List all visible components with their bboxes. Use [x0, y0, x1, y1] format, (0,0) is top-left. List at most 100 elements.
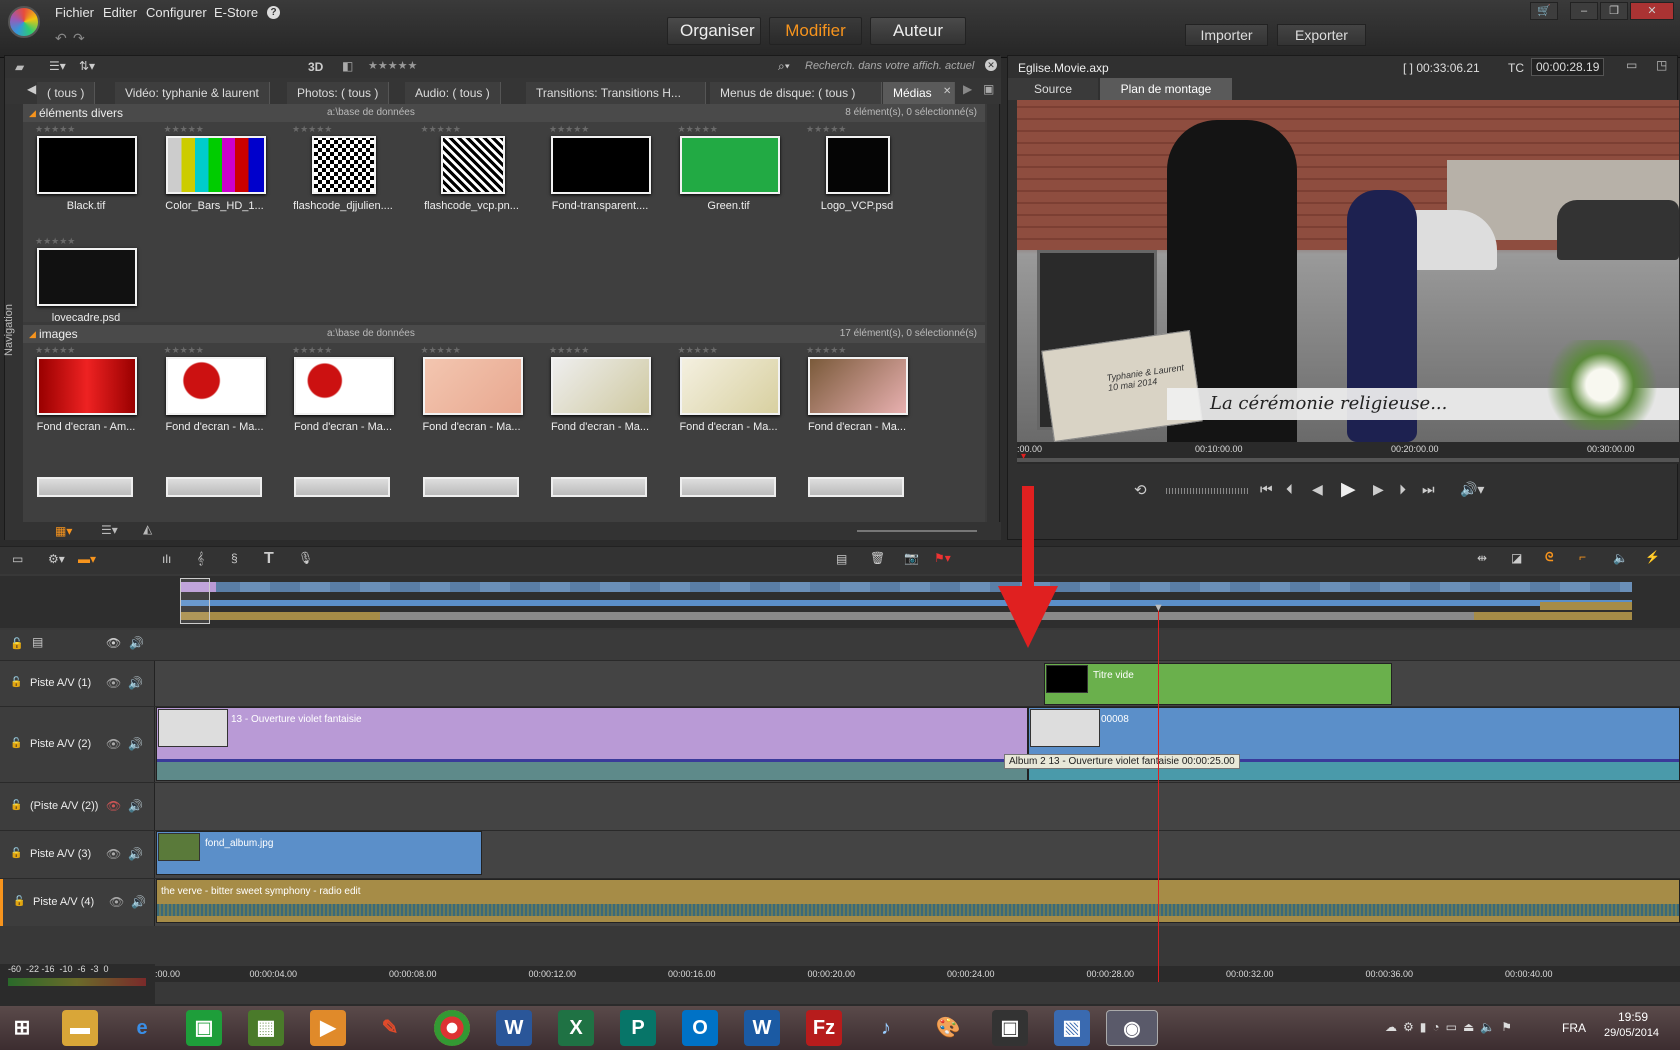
rewind-icon[interactable]: ◀ [1312, 481, 1323, 498]
tab-timeline[interactable]: Plan de montage [1100, 78, 1232, 100]
ie-icon[interactable]: e [124, 1010, 160, 1046]
razor-icon[interactable]: ▤ [836, 552, 847, 566]
timeline-track[interactable]: 🔓 (Piste A/V (2)) 👁 🔊 [0, 782, 1680, 830]
section-header-misc[interactable]: ◢ éléments divers a:\base de données 8 é… [23, 104, 985, 122]
tag-icon[interactable]: ▰ [15, 60, 24, 74]
track-header[interactable]: 🔓 Piste A/V (2) 👁 🔊 [0, 707, 155, 782]
tab-disc-menus[interactable]: Menus de disque: ( tous ) [710, 82, 882, 104]
timeline-clip[interactable]: fond_album.jpg [156, 831, 482, 875]
eraser-icon[interactable]: ◧ [342, 59, 353, 73]
media-item[interactable]: ★★★★★ Fond d'ecran - Ma... [802, 343, 932, 451]
sort-icon[interactable]: ⇅▾ [79, 59, 95, 73]
media-thumbnail[interactable] [551, 136, 651, 194]
rating-stars[interactable]: ★★★★★ [35, 124, 75, 135]
marker-icon[interactable]: ⚑▾ [934, 551, 951, 565]
collapse-icon[interactable]: ◢ [29, 325, 36, 343]
trash-icon[interactable]: 🗑 [870, 551, 885, 565]
media-item[interactable]: ★★★★★ flashcode_djjulien.... [288, 122, 418, 230]
timeline-clip[interactable]: 13 - Ouverture violet fantaisie [156, 707, 1028, 781]
media-item[interactable]: ★★★★★ flashcode_vcp.pn... [417, 122, 547, 230]
timeline-track[interactable]: 🔓 Piste A/V (1) 👁 🔊 Titre vide [0, 660, 1680, 706]
media-thumbnail[interactable] [422, 477, 519, 497]
media-thumbnail[interactable] [679, 477, 776, 497]
timeline-track[interactable]: 🔓 Piste A/V (4) 👁 🔊 the verve - bitter sw… [0, 878, 1680, 926]
timeline-track[interactable]: 🔓 Piste A/V (3) 👁 🔊 fond_album.jpg [0, 830, 1680, 878]
media-thumbnail[interactable] [826, 136, 890, 194]
media-item[interactable]: ★★★★★ Fond d'ecran - Ma... [545, 343, 675, 451]
playhead[interactable] [1158, 610, 1159, 982]
preview-playhead[interactable]: ▾ [1021, 451, 1026, 462]
start-icon[interactable]: ⊞ [4, 1010, 40, 1046]
collapse-icon[interactable]: ◢ [29, 104, 36, 122]
media-thumbnail[interactable] [679, 136, 780, 194]
grid-view-icon[interactable]: ▦▾ [55, 524, 72, 538]
zoom-slider[interactable] [857, 530, 977, 532]
detach-icon[interactable]: ◳ [1656, 58, 1667, 72]
media-thumbnail[interactable] [37, 248, 137, 306]
magnet-icon[interactable]: ⇹ [1477, 551, 1487, 565]
loop-icon[interactable]: ⟲ [1134, 481, 1147, 499]
gear-icon[interactable]: ⚙▾ [48, 552, 65, 566]
microphone-icon[interactable]: 🎙 [298, 551, 313, 565]
track-lock-icon[interactable]: 🔓 [10, 738, 22, 749]
media-thumbnail[interactable] [165, 477, 262, 497]
rating-stars[interactable]: ★★★★★ [806, 345, 846, 356]
excel-icon[interactable]: X [558, 1010, 594, 1046]
media-thumbnail[interactable] [679, 357, 780, 415]
remote-desktop-icon[interactable]: ▣ [992, 1010, 1028, 1046]
rating-stars[interactable]: ★★★★★ [35, 236, 75, 247]
pinnacle-taskbar-icon[interactable]: ◉ [1106, 1010, 1158, 1046]
title-icon[interactable]: T [264, 550, 274, 568]
clock-time[interactable]: 19:59 [1618, 1010, 1648, 1024]
store-icon[interactable]: ▣ [186, 1010, 222, 1046]
help-icon[interactable]: ? [267, 6, 280, 19]
import-button[interactable]: Importer [1185, 24, 1268, 46]
minimize-icon[interactable]: – [1570, 2, 1598, 20]
media-item[interactable]: ★★★★★ Black.tif [31, 122, 161, 230]
media-thumbnail[interactable] [808, 357, 908, 415]
prev-frame-icon[interactable]: ⏴ [1286, 481, 1293, 498]
track-visibility-icon[interactable]: 👁 [109, 895, 124, 909]
scorefitter-icon[interactable]: § [231, 551, 238, 565]
music-icon[interactable]: 𝄞 [197, 551, 204, 566]
media-thumbnail[interactable] [37, 357, 137, 415]
publisher-icon[interactable]: P [620, 1010, 656, 1046]
rating-stars[interactable]: ★★★★★ [678, 345, 718, 356]
track-audio-icon[interactable]: 🔊 [128, 847, 143, 861]
speaker-all-icon[interactable]: 🔊 [129, 636, 144, 650]
word-icon[interactable]: W [496, 1010, 532, 1046]
media-thumbnail[interactable] [312, 136, 376, 194]
track-header[interactable]: 🔓 Piste A/V (4) 👁 🔊 [0, 879, 155, 926]
list-view-icon[interactable]: ☰▾ [101, 523, 118, 537]
timeline-settings-icon[interactable]: ▭ [12, 552, 23, 566]
audio-scrub-icon[interactable]: 🔈 [1613, 551, 1628, 565]
playhead-handle-icon[interactable]: ▼ [1153, 602, 1164, 614]
photo-app-icon[interactable]: ▧ [1054, 1010, 1090, 1046]
navigator-viewport[interactable] [180, 578, 210, 624]
menu-config[interactable]: Configurer [146, 5, 207, 20]
rating-stars[interactable]: ★★★★★ [292, 124, 332, 135]
menu-estore[interactable]: E-Store [214, 5, 258, 20]
media-thumbnail[interactable] [294, 357, 394, 415]
rating-stars[interactable]: ★★★★★ [421, 124, 461, 135]
track-visibility-icon[interactable]: 👁 [106, 737, 121, 751]
undo-icon[interactable]: ↶ [55, 30, 67, 47]
track-audio-icon[interactable]: 🔊 [128, 799, 143, 813]
menu-edit[interactable]: Editer [103, 5, 137, 20]
insert-mode-icon[interactable]: ▬▾ [78, 552, 96, 566]
outlook-icon[interactable]: O [682, 1010, 718, 1046]
media-thumbnail[interactable] [165, 357, 266, 415]
clear-search-icon[interactable]: ✕ [985, 59, 997, 71]
track-lock-icon[interactable]: 🔓 [10, 800, 22, 811]
rating-stars[interactable]: ★★★★★ [164, 124, 204, 135]
menu-file[interactable]: Fichier [55, 5, 94, 20]
play-icon[interactable]: ▶ [1341, 478, 1356, 501]
tab-audio[interactable]: Audio: ( tous ) [405, 82, 501, 104]
tab-all[interactable]: ( tous ) [37, 82, 96, 104]
timeline-navigator[interactable] [0, 576, 1680, 628]
media-thumbnail[interactable] [37, 477, 133, 497]
add-tab-icon[interactable]: ▣ [983, 82, 994, 96]
cart-icon[interactable]: 🛒 [1530, 2, 1558, 20]
audio-mixer-icon[interactable]: ılı [162, 552, 171, 566]
track-visibility-icon[interactable]: 👁 [106, 676, 121, 690]
